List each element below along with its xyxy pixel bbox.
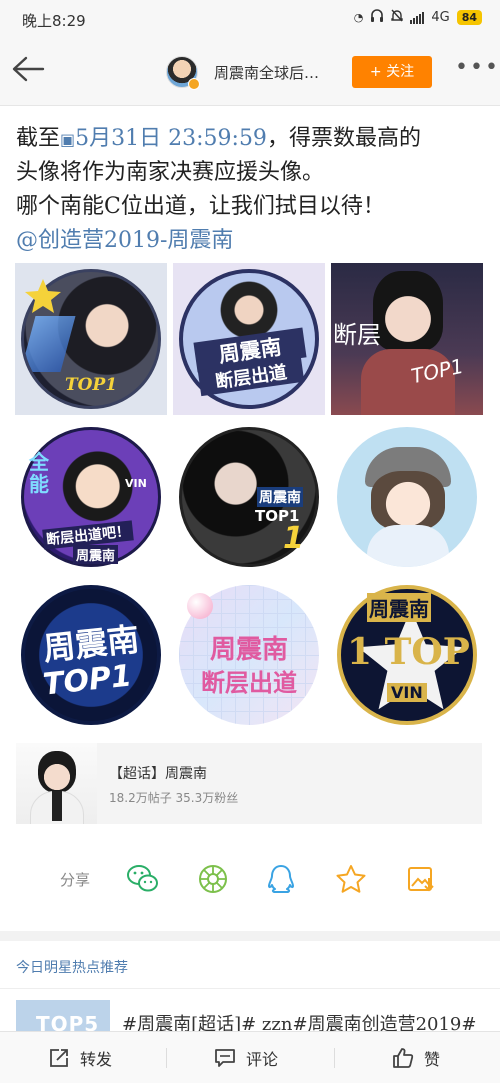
battery-indicator: 84 bbox=[456, 10, 482, 25]
like-label: 赞 bbox=[424, 1050, 441, 1069]
status-bar: 晚上8:29 ◔ 4G 84 bbox=[0, 0, 500, 38]
grid-image-1-caption: TOP1 bbox=[65, 375, 118, 395]
image-grid: TOP1 周震南 断层出道 断层 TOP1 全能 VIN 断层出道吧！ 周震南 … bbox=[15, 263, 483, 731]
grid-image-5-number-mark: 1 bbox=[283, 521, 304, 556]
recommend-divider bbox=[0, 988, 500, 989]
grid-image-2[interactable]: 周震南 断层出道 bbox=[173, 263, 325, 415]
more-options-button[interactable]: ••• bbox=[455, 57, 498, 84]
grid-image-8-caption-b: 断层出道 bbox=[201, 669, 297, 697]
alarm-icon: ◔ bbox=[353, 11, 364, 24]
post-deadline-prefix: 截至 bbox=[16, 126, 61, 151]
comment-icon bbox=[215, 1049, 235, 1067]
grid-image-3[interactable]: 断层 TOP1 bbox=[331, 263, 483, 415]
wechat-share-icon[interactable] bbox=[126, 862, 160, 896]
mute-icon bbox=[391, 9, 404, 26]
grid-image-4[interactable]: 全能 VIN 断层出道吧！ 周震南 bbox=[15, 421, 167, 573]
grid-image-4-caption-c: 周震南 bbox=[73, 545, 119, 564]
nav-header: 周震南全球后… + 关注 ••• bbox=[0, 38, 500, 106]
author-name[interactable]: 周震南全球后… bbox=[214, 62, 319, 83]
super-topic-stats: 18.2万帖子 35.3万粉丝 bbox=[109, 791, 239, 805]
back-button[interactable] bbox=[10, 54, 50, 90]
favorite-star-icon[interactable] bbox=[334, 862, 368, 896]
bubble-decoration bbox=[187, 593, 213, 619]
super-topic-card[interactable]: 【超话】周震南 18.2万帖子 35.3万粉丝 bbox=[16, 743, 482, 824]
grid-image-9-caption-c: VIN bbox=[387, 683, 427, 702]
grid-image-8[interactable]: 周震南 断层出道 bbox=[173, 579, 325, 731]
grid-image-5-caption-a: 周震南 bbox=[257, 487, 303, 507]
post-line-1: 截至▣5月31日 23:59:59，得票数最高的 bbox=[16, 122, 490, 156]
post-line-3: 哪个南能C位出道，让我们拭目以待！ bbox=[16, 194, 385, 219]
super-topic-title: 【超话】周震南 bbox=[109, 766, 207, 782]
super-topic-thumbnail bbox=[16, 743, 97, 824]
grid-image-3-caption-a: 断层 bbox=[333, 321, 381, 349]
verified-badge-icon bbox=[188, 78, 200, 90]
star-decoration-icon bbox=[25, 279, 61, 313]
follow-button[interactable]: + 关注 bbox=[352, 56, 432, 88]
status-icons: ◔ 4G 84 bbox=[354, 9, 482, 26]
thumbs-up-icon bbox=[393, 1048, 414, 1068]
qq-share-icon[interactable] bbox=[264, 862, 298, 896]
section-divider bbox=[0, 931, 500, 941]
comment-button[interactable]: 评论 bbox=[214, 1032, 278, 1083]
headphones-icon bbox=[370, 9, 384, 26]
repost-icon bbox=[50, 1049, 68, 1067]
post-mention-link[interactable]: @创造营2019-周震南 bbox=[16, 224, 490, 258]
post-deadline-suffix: ，得票数最高的 bbox=[266, 126, 421, 151]
repost-button[interactable]: 转发 bbox=[48, 1032, 112, 1083]
bottom-divider-2 bbox=[334, 1048, 335, 1068]
post-text: 截至▣5月31日 23:59:59，得票数最高的 头像将作为南家决赛应援头像。 … bbox=[16, 88, 490, 258]
like-button[interactable]: 赞 bbox=[392, 1032, 440, 1083]
grid-image-7[interactable]: 周震南 TOP1 bbox=[15, 579, 167, 731]
save-image-icon[interactable] bbox=[404, 862, 438, 896]
comment-label: 评论 bbox=[246, 1050, 279, 1069]
repost-label: 转发 bbox=[80, 1050, 113, 1069]
network-type: 4G bbox=[431, 10, 450, 25]
status-time: 晚上8:29 bbox=[22, 12, 86, 30]
grid-image-9[interactable]: 周震南 1 TOP VIN bbox=[331, 579, 483, 731]
moments-share-icon[interactable] bbox=[196, 862, 230, 896]
share-label: 分享 bbox=[60, 871, 91, 889]
post-line-2: 头像将作为南家决赛应援头像。 bbox=[16, 160, 325, 185]
signal-icon bbox=[410, 11, 425, 24]
bottom-divider-1 bbox=[166, 1048, 167, 1068]
post-deadline-date[interactable]: 5月31日 23:59:59 bbox=[75, 126, 267, 151]
back-arrow-icon bbox=[12, 56, 45, 82]
grid-image-1[interactable]: TOP1 bbox=[15, 263, 167, 415]
grid-image-9-caption-a: 周震南 bbox=[367, 593, 431, 622]
grid-image-4-caption-d: VIN bbox=[125, 477, 147, 490]
grid-image-6[interactable] bbox=[331, 421, 483, 573]
grid-image-5[interactable]: 周震南 TOP1 1 bbox=[173, 421, 325, 573]
bottom-action-bar: 转发 评论 赞 bbox=[0, 1031, 500, 1083]
calendar-icon: ▣ bbox=[60, 130, 76, 149]
grid-image-4-caption-a: 全能 bbox=[29, 450, 49, 496]
share-row: 分享 bbox=[0, 855, 500, 901]
grid-image-8-caption-a: 周震南 bbox=[209, 635, 288, 665]
grid-image-9-caption-b: 1 TOP bbox=[347, 631, 470, 673]
recommend-title: 今日明星热点推荐 bbox=[16, 960, 128, 976]
